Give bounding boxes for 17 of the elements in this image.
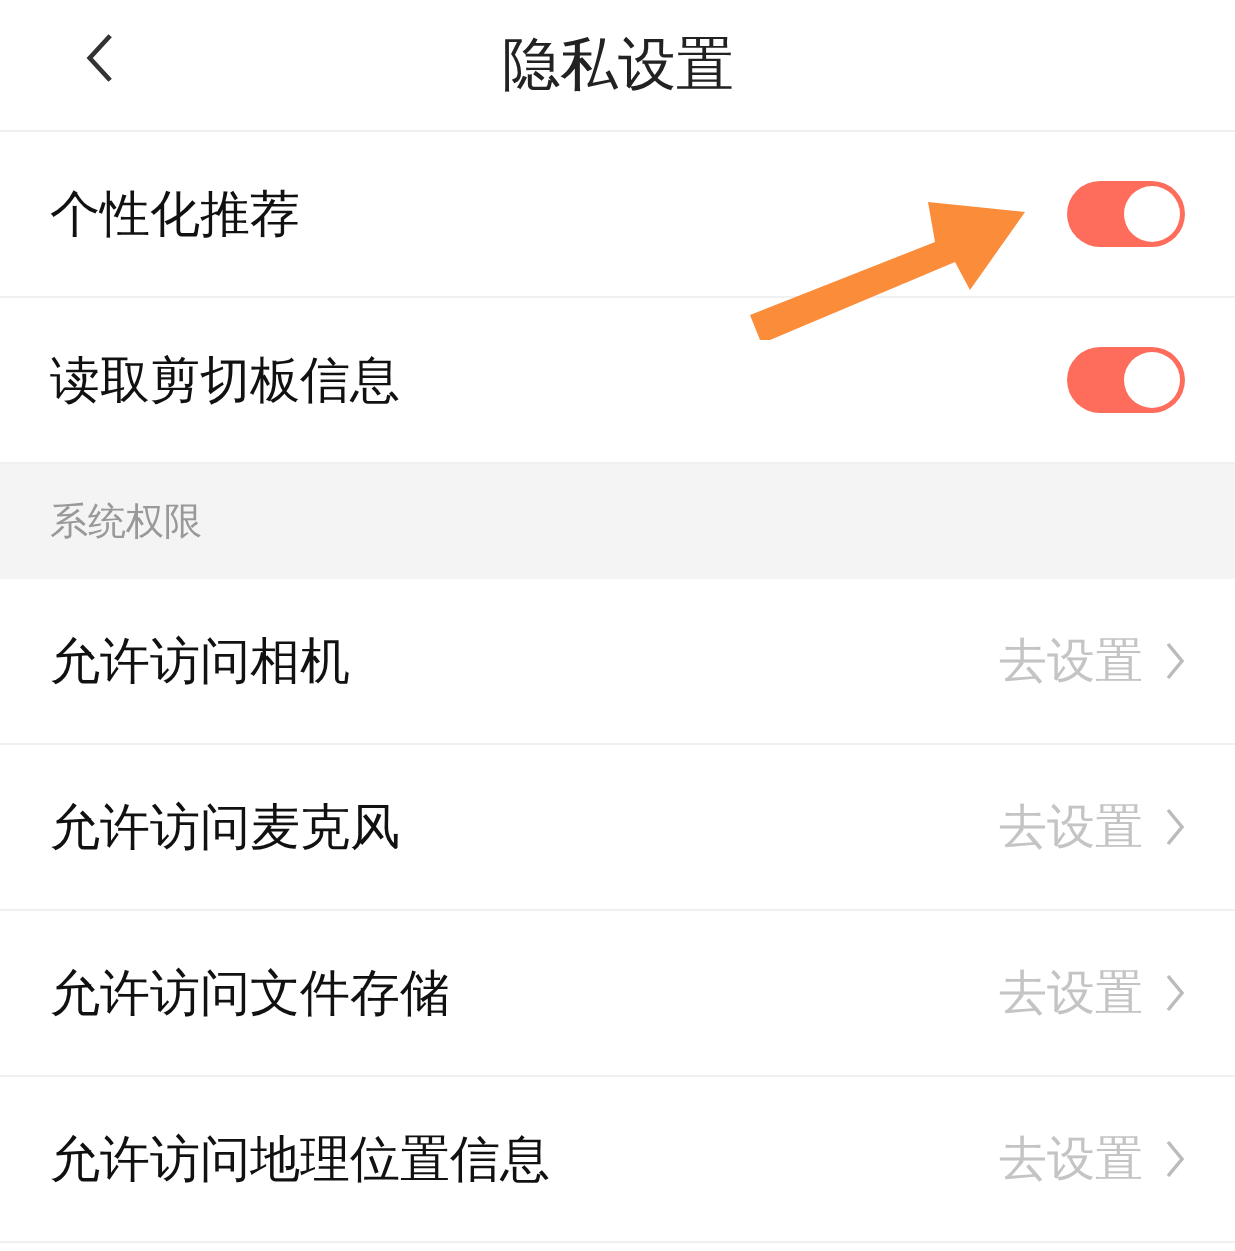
settings-link[interactable]: 去设置 xyxy=(999,629,1143,693)
permission-label: 允许访问麦克风 xyxy=(50,796,401,858)
chevron-icon xyxy=(1165,1139,1185,1179)
permission-label: 允许访问文件存储 xyxy=(50,962,451,1024)
setting-label: 读取剪切板信息 xyxy=(50,349,401,411)
section-title: 系统权限 xyxy=(50,498,202,545)
chevron-icon xyxy=(1165,641,1185,681)
setting-label: 个性化推荐 xyxy=(50,183,301,245)
settings-link[interactable]: 去设置 xyxy=(999,961,1143,1025)
settings-link[interactable]: 去设置 xyxy=(999,1127,1143,1191)
chevron-icon xyxy=(1165,807,1185,847)
permission-label: 允许访问相机 xyxy=(50,630,351,692)
permission-label: 允许访问地理位置信息 xyxy=(50,1128,551,1190)
settings-link[interactable]: 去设置 xyxy=(999,795,1143,859)
chevron-icon xyxy=(1165,973,1185,1013)
page-title: 隐私设置 xyxy=(501,29,734,100)
back-icon[interactable] xyxy=(84,32,114,84)
